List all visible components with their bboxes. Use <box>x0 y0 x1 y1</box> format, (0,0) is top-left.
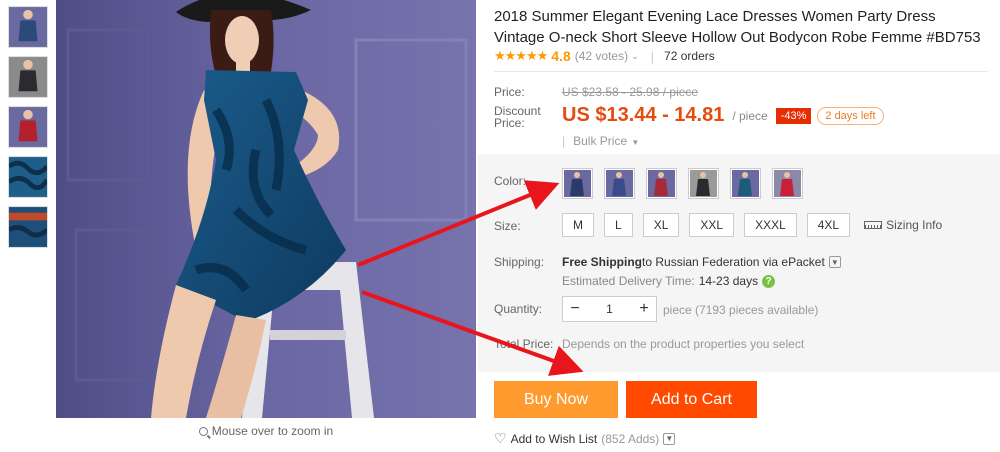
discount-price-row: US $13.44 - 14.81 / piece -43% 2 days le… <box>562 104 884 127</box>
dress-thumbnail-image <box>9 107 47 147</box>
size-option-m[interactable]: M <box>562 213 594 237</box>
color-swatch-blue[interactable] <box>604 168 635 199</box>
thumbnail-2[interactable] <box>8 56 48 98</box>
total-price-text: Depends on the product properties you se… <box>562 337 805 351</box>
discount-price-label-line2: Price: <box>494 116 525 130</box>
sizing-info-link[interactable]: Sizing Info <box>864 218 942 232</box>
size-option-4xl[interactable]: 4XL <box>806 213 851 237</box>
swatch-image <box>774 170 801 197</box>
swatch-image <box>690 170 717 197</box>
color-label: Color: <box>494 174 527 188</box>
heart-icon: ♡ <box>494 430 507 446</box>
votes-link[interactable]: (42 votes) <box>575 49 628 63</box>
discount-percent-badge: -43% <box>775 107 812 124</box>
lace-detail-thumbnail-image <box>9 157 47 197</box>
color-swatch-red[interactable] <box>646 168 677 199</box>
bulk-price-label: Bulk Price <box>573 134 628 148</box>
magnifier-icon <box>198 427 208 436</box>
add-to-cart-button[interactable]: Add to Cart <box>626 381 757 418</box>
per-piece: / piece <box>732 108 768 123</box>
ruler-icon <box>864 221 883 229</box>
quantity-available: piece (7193 pieces available) <box>663 303 819 317</box>
bulk-price-dropdown[interactable]: | Bulk Price ▼ <box>562 134 639 148</box>
color-swatch-black[interactable] <box>688 168 719 199</box>
decrease-quantity-button[interactable]: − <box>563 297 587 321</box>
divider <box>494 71 988 72</box>
chevron-down-icon[interactable]: ▼ <box>663 432 676 445</box>
rating-value: 4.8 <box>551 48 571 64</box>
color-swatch-teal[interactable] <box>730 168 761 199</box>
zoom-hint-text: Mouse over to zoom in <box>211 424 334 438</box>
quantity-input[interactable] <box>587 297 632 321</box>
wish-list-label: Add to Wish List <box>510 431 598 446</box>
size-label: Size: <box>494 219 521 233</box>
thumbnail-1[interactable] <box>8 6 48 48</box>
size-options: M L XL XXL XXXL 4XL Sizing Info <box>562 213 942 237</box>
size-option-xxl[interactable]: XXL <box>689 213 735 237</box>
shipping-label: Shipping: <box>494 255 545 269</box>
orders-count: 72 orders <box>664 49 715 63</box>
wish-count: (852 Adds) <box>601 431 660 446</box>
add-to-wish-list[interactable]: ♡ Add to Wish List (852 Adds) ▼ <box>494 430 676 447</box>
discount-price: US $13.44 - 14.81 <box>562 104 725 126</box>
total-price-label: Total Price: <box>494 337 554 351</box>
dress-model-photo <box>56 0 476 418</box>
help-icon[interactable]: ? <box>762 274 776 288</box>
dress-thumbnail-image <box>9 7 47 47</box>
delivery-days: 14-23 days <box>698 274 759 288</box>
thumbnail-4[interactable] <box>8 156 48 198</box>
thumbnail-3[interactable] <box>8 106 48 148</box>
chevron-down-icon[interactable]: ⌄ <box>631 51 639 62</box>
lace-detail-thumbnail-image <box>9 207 47 247</box>
days-left-badge: 2 days left <box>817 106 884 125</box>
buy-now-button[interactable]: Buy Now <box>494 381 618 418</box>
increase-quantity-button[interactable]: + <box>632 297 656 321</box>
color-swatch-navy[interactable] <box>562 168 593 199</box>
main-product-image[interactable] <box>56 0 476 418</box>
size-option-xl[interactable]: XL <box>642 213 680 237</box>
delivery-time: Estimated Delivery Time: 14-23 days ? <box>562 274 776 288</box>
sizing-info-label: Sizing Info <box>886 218 943 232</box>
free-shipping: Free Shipping <box>562 255 643 269</box>
thumbnail-list <box>8 6 48 256</box>
shipping-destination: to Russian Federation via ePacket <box>642 255 825 269</box>
original-price: US $23.58 - 25.98 / piece <box>562 85 699 99</box>
delivery-label: Estimated Delivery Time: <box>562 274 695 288</box>
swatch-image <box>732 170 759 197</box>
dress-thumbnail-image <box>9 57 47 97</box>
quantity-label: Quantity: <box>494 302 543 316</box>
rating-row: ★★★★★ 4.8 (42 votes) ⌄ | 72 orders <box>494 48 715 64</box>
divider: | <box>650 48 655 64</box>
caret-down-icon: ▼ <box>629 138 640 147</box>
price-label: Price: <box>494 85 525 99</box>
swatch-image <box>564 170 591 197</box>
swatch-image <box>648 170 675 197</box>
chevron-down-icon[interactable]: ▼ <box>828 256 841 268</box>
color-swatches <box>562 168 814 199</box>
size-option-l[interactable]: L <box>604 213 633 237</box>
zoom-hint: Mouse over to zoom in <box>56 424 476 438</box>
thumbnail-5[interactable] <box>8 206 48 248</box>
product-title: 2018 Summer Elegant Evening Lace Dresses… <box>494 8 981 46</box>
star-rating-icon: ★★★★★ <box>494 48 548 63</box>
swatch-image <box>606 170 633 197</box>
divider: | <box>562 134 566 148</box>
quantity-stepper: − + <box>562 296 657 322</box>
size-option-xxxl[interactable]: XXXL <box>744 213 797 237</box>
shipping-info: Free Shipping to Russian Federation via … <box>562 255 841 269</box>
color-swatch-crimson[interactable] <box>772 168 803 199</box>
